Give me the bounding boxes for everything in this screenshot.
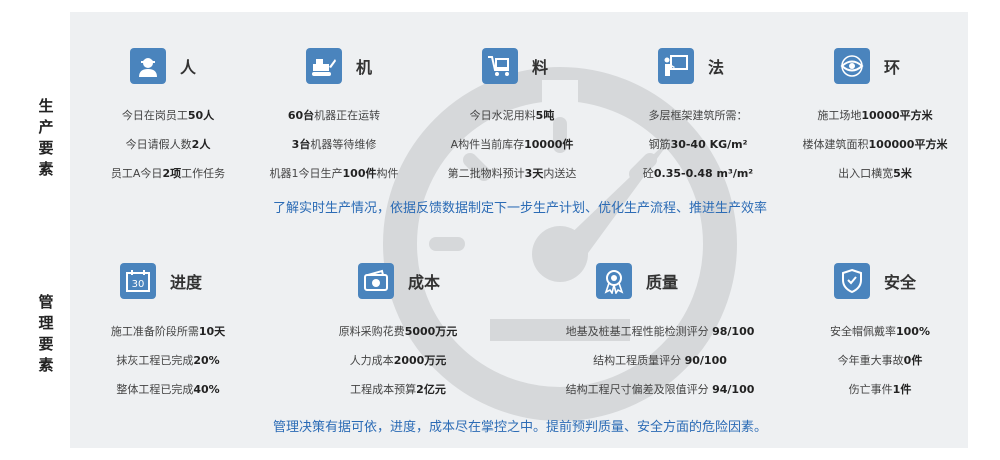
quality-details: 地基及桩基工程性能检测评分 98/100 结构工程质量评分 90/100 结构工… — [545, 317, 775, 404]
detail-line: 原料采购花费5000万元 — [338, 325, 458, 338]
machine-details: 60台机器正在运转 3台机器等待维修 机器1今日生产100件构件 — [264, 101, 404, 188]
detail-line: 多层框架建筑所需： — [648, 109, 748, 122]
calendar-icon: 30 — [120, 263, 156, 299]
card-cost: 成本 — [358, 263, 440, 299]
card-title: 质量 — [646, 273, 679, 292]
machine-icon — [306, 48, 342, 84]
card-quality: 质量 — [596, 263, 678, 299]
worker-icon — [130, 48, 166, 84]
detail-line: 地基及桩基工程性能检测评分 98/100 — [565, 325, 755, 338]
detail-line: 出入口横宽5米 — [838, 167, 912, 180]
detail-line: 今日在岗员工50人 — [121, 109, 215, 122]
card-safety: 安全 — [834, 263, 916, 299]
material-details: 今日水泥用料5吨 A构件当前库存10000件 第二批物料预计3天内送达 — [432, 101, 592, 188]
detail-line: 员工A今日2项工作任务 — [110, 167, 226, 180]
card-title: 机 — [356, 58, 373, 77]
detail-line: 今日水泥用料5吨 — [469, 109, 555, 122]
detail-line: 3台机器等待维修 — [291, 138, 377, 151]
cost-details: 原料采购花费5000万元 人力成本2000万元 工程成本预算2亿元 — [318, 317, 478, 404]
card-method: 法 — [658, 48, 724, 84]
detail-line: 工程成本预算2亿元 — [350, 383, 446, 396]
progress-details: 施工准备阶段所需10天 抹灰工程已完成20% 整体工程已完成40% — [88, 317, 248, 404]
detail-line: A构件当前库存10000件 — [450, 138, 574, 151]
production-elements-label: 生 产 要 素 — [38, 97, 54, 178]
detail-line: 今日请假人数2人 — [125, 138, 211, 151]
card-machine: 机 — [306, 48, 372, 84]
card-title: 料 — [532, 58, 549, 77]
detail-line: 安全帽佩戴率100% — [830, 325, 930, 338]
detail-line: 施工准备阶段所需10天 — [110, 325, 226, 338]
safety-shield-icon — [834, 263, 870, 299]
management-elements-label: 管 理 要 素 — [38, 293, 54, 374]
detail-line: 结构工程尺寸偏差及限值评分 94/100 — [565, 383, 755, 396]
management-summary: 管理决策有据可依，进度，成本尽在掌控之中。提前预判质量、安全方面的危险因素。 — [272, 420, 767, 435]
detail-line: 人力成本2000万元 — [349, 354, 447, 367]
card-title: 进度 — [170, 273, 203, 292]
svg-text:30: 30 — [132, 279, 145, 290]
card-environment: 环 — [834, 48, 900, 84]
cost-wallet-icon — [358, 263, 394, 299]
detail-line: 结构工程质量评分 90/100 — [593, 354, 727, 367]
detail-line: 钢筋30-40 KG/m² — [648, 138, 748, 151]
card-title: 安全 — [884, 273, 917, 292]
detail-line: 第二批物料预计3天内送达 — [447, 167, 577, 180]
card-title: 人 — [180, 58, 197, 77]
environment-details: 施工场地10000平方米 楼体建筑面积100000平方米 出入口横宽5米 — [790, 101, 960, 188]
card-material: 料 — [482, 48, 548, 84]
detail-line: 机器1今日生产100件构件 — [269, 167, 399, 180]
method-presentation-icon — [658, 48, 694, 84]
detail-line: 伤亡事件1件 — [848, 383, 912, 396]
detail-line: 砼0.35-0.48 m³/m² — [642, 167, 754, 180]
detail-line: 楼体建筑面积100000平方米 — [802, 138, 948, 151]
card-title: 法 — [708, 58, 725, 77]
card-title: 成本 — [408, 273, 441, 292]
production-summary: 了解实时生产情况，依据反馈数据制定下一步生产计划、优化生产流程、推进生产效率 — [272, 201, 767, 216]
card-title: 环 — [884, 58, 901, 77]
detail-line: 整体工程已完成40% — [116, 383, 220, 396]
safety-details: 安全帽佩戴率100% 今年重大事故0件 伤亡事件1件 — [800, 317, 960, 404]
card-people: 人 — [130, 48, 196, 84]
detail-line: 60台机器正在运转 — [287, 109, 381, 122]
detail-line: 今年重大事故0件 — [837, 354, 923, 367]
material-cart-icon — [482, 48, 518, 84]
method-details: 多层框架建筑所需： 钢筋30-40 KG/m² 砼0.35-0.48 m³/m² — [618, 101, 778, 188]
quality-medal-icon — [596, 263, 632, 299]
environment-eye-icon — [834, 48, 870, 84]
detail-line: 施工场地10000平方米 — [817, 109, 933, 122]
card-progress: 30 进度 — [120, 263, 202, 299]
detail-line: 抹灰工程已完成20% — [116, 354, 220, 367]
people-details: 今日在岗员工50人 今日请假人数2人 员工A今日2项工作任务 — [98, 101, 238, 188]
